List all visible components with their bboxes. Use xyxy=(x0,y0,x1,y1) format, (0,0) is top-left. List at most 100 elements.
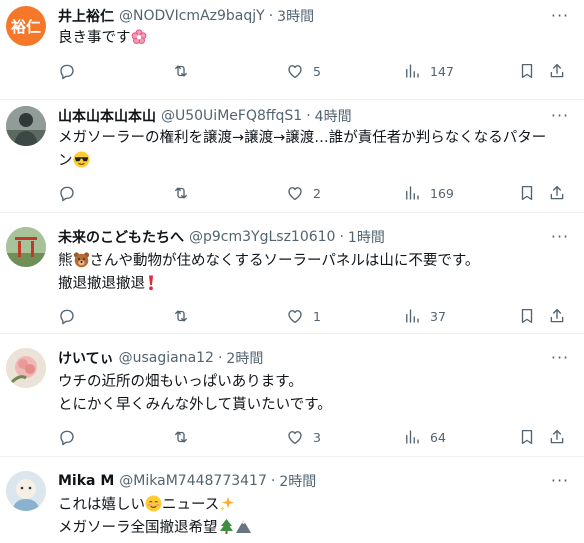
reply-button[interactable] xyxy=(58,426,85,448)
post-text-line: 撤退撤退撤退 xyxy=(58,276,145,292)
more-options-icon[interactable]: ··· xyxy=(550,347,570,367)
post[interactable]: 山本山本山本山 @U50UiMeFQ8ffqS1 · 4時間 ··· メガソーラ… xyxy=(0,100,584,213)
avatar-photo xyxy=(6,471,46,511)
user-handle[interactable]: @MikaM7448773417 xyxy=(119,473,267,489)
timestamp[interactable]: 4時間 xyxy=(315,106,352,126)
more-options-icon[interactable]: ··· xyxy=(550,105,570,125)
reply-button[interactable] xyxy=(58,182,85,204)
repost-button[interactable] xyxy=(172,305,199,327)
post-text-line: これは嬉しい xyxy=(58,497,145,513)
post-text-line: さんや動物が住めなくするソーラーパネルは山に不要です。 xyxy=(89,253,480,269)
reply-icon xyxy=(58,428,76,446)
bookmark-button[interactable] xyxy=(518,426,536,448)
timestamp[interactable]: 3時間 xyxy=(277,6,314,26)
like-button[interactable]: 1 xyxy=(286,305,321,327)
repost-button[interactable] xyxy=(172,182,199,204)
user-handle[interactable]: @usagiana12 xyxy=(119,350,214,366)
sunglasses-emoji-icon xyxy=(73,151,89,168)
like-icon xyxy=(286,428,304,446)
like-count: 5 xyxy=(313,63,321,79)
action-bar: 1 37 xyxy=(58,305,568,327)
post-text-line: メガソーラーの権利を譲渡→譲渡→譲渡…誰が責任者か判らなくなるパター xyxy=(58,130,547,146)
display-name[interactable]: 山本山本山本山 xyxy=(58,106,156,126)
view-count: 169 xyxy=(430,185,454,201)
post-text-line: とにかく早くみんな外して貰いたいです。 xyxy=(58,397,332,413)
post-text-line: メガソーラ全国撤退希望 xyxy=(58,520,218,536)
like-button[interactable]: 5 xyxy=(286,60,321,82)
post-text-line-1: これは嬉しい ニュース xyxy=(58,494,568,517)
timestamp[interactable]: 1時間 xyxy=(348,227,385,247)
post[interactable]: けいてぃ @usagiana12 · 2時間 ··· ウチの近所の畑もいっぱいあ… xyxy=(0,334,584,457)
exclamation-emoji-icon xyxy=(149,275,153,291)
avatar-photo xyxy=(6,227,46,267)
views-button[interactable]: 169 xyxy=(403,182,454,204)
like-button[interactable]: 2 xyxy=(286,182,321,204)
views-icon xyxy=(403,62,421,80)
views-button[interactable]: 147 xyxy=(403,60,454,82)
share-icon xyxy=(548,184,566,202)
avatar[interactable] xyxy=(6,471,46,511)
views-button[interactable]: 37 xyxy=(403,305,446,327)
share-button[interactable] xyxy=(548,426,566,448)
bookmark-button[interactable] xyxy=(518,60,536,82)
avatar-photo xyxy=(6,348,46,388)
post-header: 未来のこどもたちへ @p9cm3YgLsz10610 · 1時間 xyxy=(58,227,385,247)
reply-button[interactable] xyxy=(58,305,85,327)
display-name[interactable]: 未来のこどもたちへ xyxy=(58,227,184,247)
post[interactable]: 裕仁 井上裕仁 @NODVIcmAz9baqjY · 3時間 ··· 良き事です… xyxy=(0,0,584,100)
repost-button[interactable] xyxy=(172,426,199,448)
display-name[interactable]: けいてぃ xyxy=(58,348,114,368)
repost-button[interactable] xyxy=(172,60,199,82)
avatar[interactable]: 裕仁 xyxy=(6,6,46,46)
separator: · xyxy=(270,473,276,489)
more-options-icon[interactable]: ··· xyxy=(550,5,570,25)
repost-icon xyxy=(172,307,190,325)
timestamp[interactable]: 2時間 xyxy=(279,471,316,491)
view-count: 64 xyxy=(430,429,446,445)
post-text-line-2: 撤退撤退撤退 xyxy=(58,273,568,296)
views-icon xyxy=(403,184,421,202)
repost-icon xyxy=(172,428,190,446)
like-button[interactable]: 3 xyxy=(286,426,321,448)
post-header: 井上裕仁 @NODVIcmAz9baqjY · 3時間 xyxy=(58,6,314,26)
views-button[interactable]: 64 xyxy=(403,426,446,448)
separator: · xyxy=(306,108,311,124)
display-name[interactable]: Mika M xyxy=(58,473,114,489)
timestamp[interactable]: 2時間 xyxy=(226,348,263,368)
user-handle[interactable]: @p9cm3YgLsz10610 xyxy=(189,229,335,245)
bear-emoji-icon xyxy=(73,252,89,268)
action-bar: 3 64 xyxy=(58,426,568,448)
share-icon xyxy=(548,62,566,80)
post-text-line: ン xyxy=(58,153,73,169)
avatar-initials: 裕仁 xyxy=(10,17,41,36)
bookmark-icon xyxy=(518,307,536,325)
reply-button[interactable] xyxy=(58,60,85,82)
post-header: 山本山本山本山 @U50UiMeFQ8ffqS1 · 4時間 xyxy=(58,106,352,126)
post[interactable]: 未来のこどもたちへ @p9cm3YgLsz10610 · 1時間 ··· 熊さん… xyxy=(0,213,584,334)
post[interactable]: Mika M @MikaM7448773417 · 2時間 ··· これは嬉しい… xyxy=(0,457,584,543)
share-button[interactable] xyxy=(548,182,566,204)
more-options-icon[interactable]: ··· xyxy=(550,226,570,246)
bookmark-icon xyxy=(518,184,536,202)
avatar[interactable] xyxy=(6,348,46,388)
user-handle[interactable]: @NODVIcmAz9baqjY xyxy=(119,8,265,24)
bookmark-icon xyxy=(518,62,536,80)
post-text: メガソーラーの権利を譲渡→譲渡→譲渡…誰が責任者か判らなくなるパター ン xyxy=(58,127,568,173)
share-icon xyxy=(548,428,566,446)
avatar-photo xyxy=(6,106,46,146)
bookmark-button[interactable] xyxy=(518,182,536,204)
avatar[interactable] xyxy=(6,227,46,267)
avatar[interactable] xyxy=(6,106,46,146)
share-button[interactable] xyxy=(548,60,566,82)
user-handle[interactable]: @U50UiMeFQ8ffqS1 xyxy=(161,108,302,124)
separator: · xyxy=(217,350,223,366)
post-text-line: ウチの近所の畑もいっぱいあります。 xyxy=(58,374,303,390)
bookmark-button[interactable] xyxy=(518,305,536,327)
display-name[interactable]: 井上裕仁 xyxy=(58,6,114,26)
view-count: 147 xyxy=(430,63,454,79)
repost-icon xyxy=(172,184,190,202)
more-options-icon[interactable]: ··· xyxy=(550,470,570,490)
post-header: Mika M @MikaM7448773417 · 2時間 xyxy=(58,471,316,491)
views-icon xyxy=(403,428,421,446)
share-button[interactable] xyxy=(548,305,566,327)
